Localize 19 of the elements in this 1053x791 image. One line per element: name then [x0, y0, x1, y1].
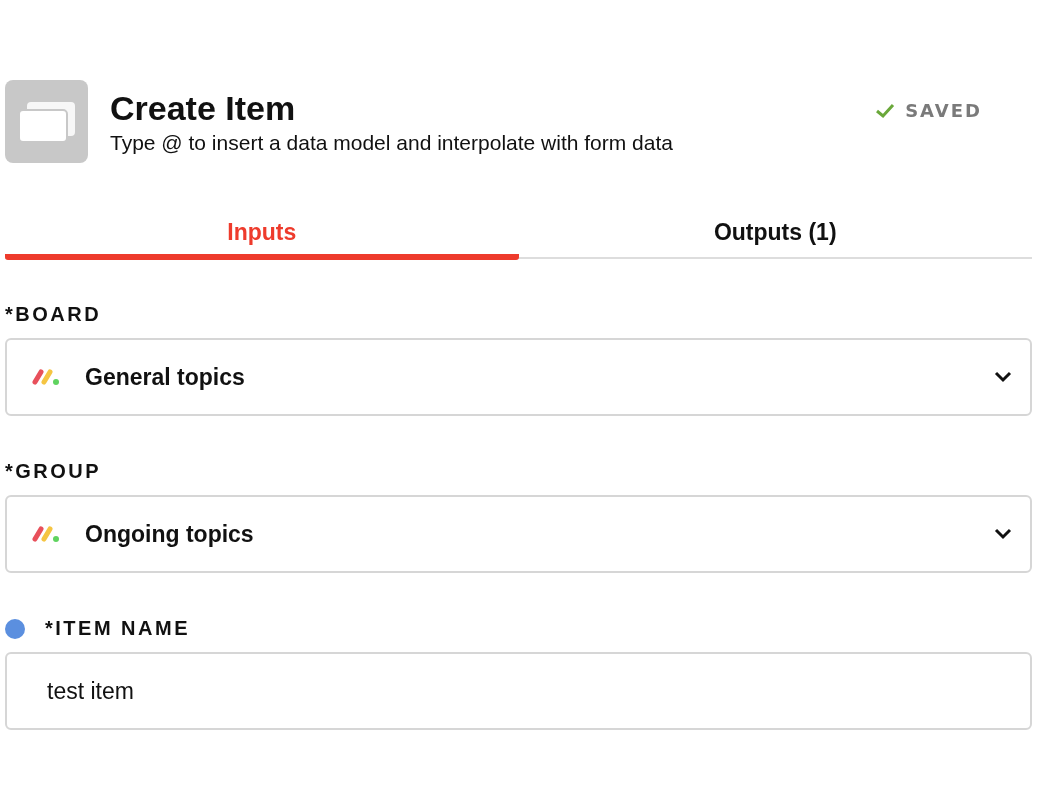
- dropdown-value: General topics: [85, 363, 246, 391]
- checkmark-icon: [875, 102, 896, 119]
- board-dropdown[interactable]: General topics: [5, 338, 1032, 416]
- tab[interactable]: Inputs: [5, 219, 519, 260]
- page-title: Create Item: [110, 88, 297, 129]
- app-icon: [5, 80, 88, 163]
- logo-icon: [31, 525, 61, 543]
- field-label: *GROUP: [5, 460, 102, 483]
- board-dropdown[interactable]: Ongoing topics: [5, 495, 1032, 573]
- input-field[interactable]: test item: [5, 652, 1032, 730]
- chevron-down-icon: [994, 528, 1012, 540]
- saved-status: SAVED: [905, 100, 982, 121]
- tab[interactable]: Outputs (1): [518, 219, 1032, 260]
- dropdown-value: Ongoing topics: [85, 520, 255, 548]
- field-label: *ITEM NAME: [45, 617, 190, 640]
- logo-icon: [31, 368, 61, 386]
- page-subtitle: Type @ to insert a data model and interpolate with form data: [110, 130, 674, 155]
- chevron-down-icon: [994, 371, 1012, 383]
- field-label: *BOARD: [5, 303, 102, 326]
